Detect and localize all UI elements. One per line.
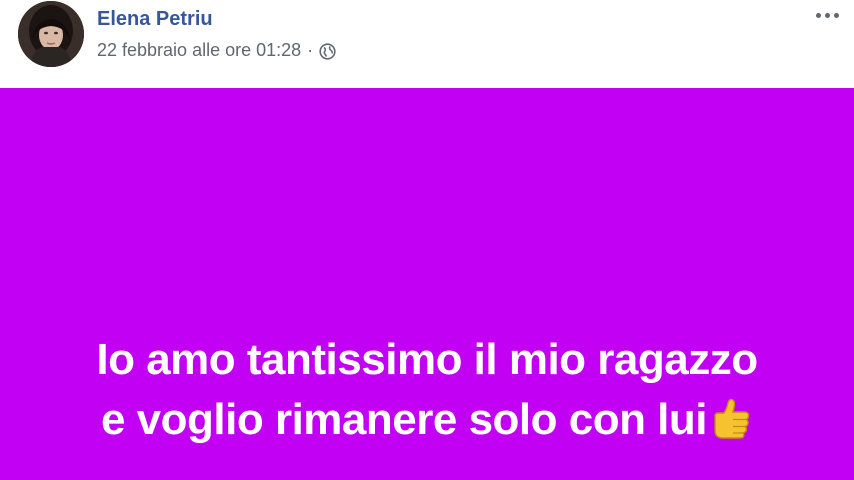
post-meta: 22 febbraio alle ore 01:28 · xyxy=(97,40,336,61)
meta-separator: · xyxy=(307,40,314,60)
post-text-line-2: e voglio rimanere solo con lui xyxy=(100,395,708,444)
post-header: Elena Petriu 22 febbraio alle ore 01:28 … xyxy=(0,0,854,88)
more-options-icon[interactable] xyxy=(810,2,844,28)
post-text-line-1: Io amo tantissimo il mio ragazzo xyxy=(96,335,758,384)
author-name-link[interactable]: Elena Petriu xyxy=(97,8,213,31)
thumbs-up-icon xyxy=(709,396,753,440)
facebook-post: Elena Petriu 22 febbraio alle ore 01:28 … xyxy=(0,0,854,480)
post-text: Io amo tantissimo il mio ragazzo e vogli… xyxy=(0,330,854,450)
globe-icon[interactable] xyxy=(319,43,336,60)
avatar-photo xyxy=(18,1,84,67)
post-colored-background: Io amo tantissimo il mio ragazzo e vogli… xyxy=(0,88,854,480)
avatar[interactable] xyxy=(18,1,84,67)
post-text-line-2-wrapper: e voglio rimanere solo con lui xyxy=(0,390,854,450)
post-timestamp-link[interactable]: 22 febbraio alle ore 01:28 xyxy=(97,40,301,61)
